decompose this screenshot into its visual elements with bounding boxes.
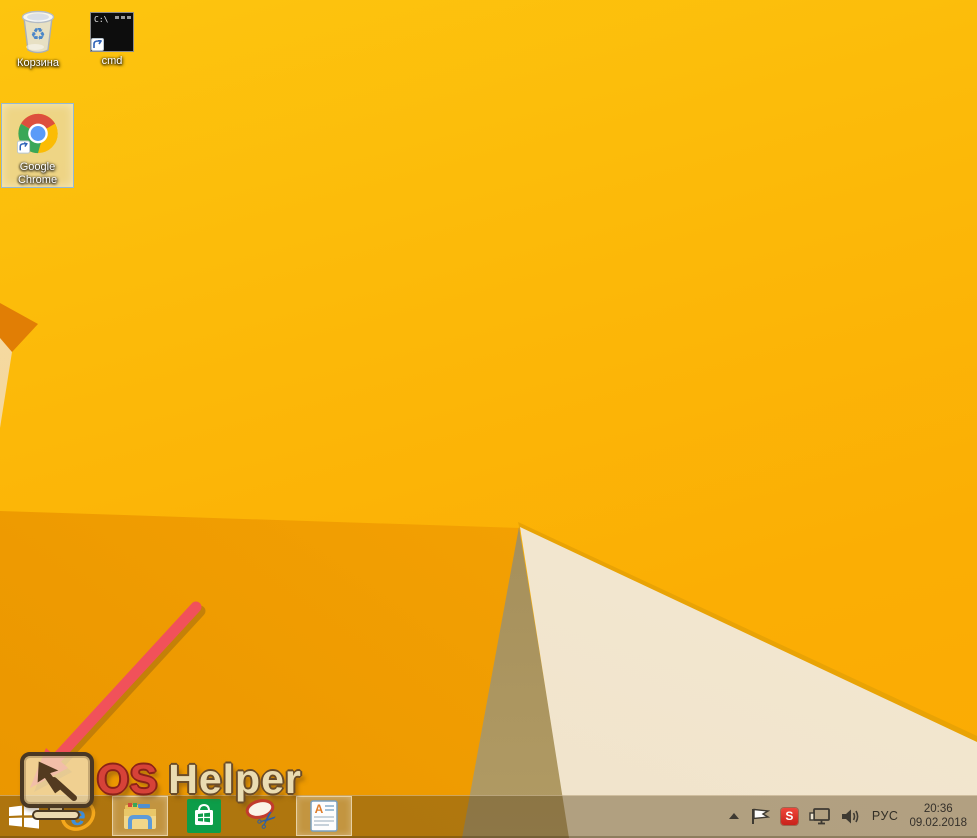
- speaker-icon: [841, 808, 861, 825]
- file-explorer-icon: [122, 801, 158, 831]
- desktop-icon-label-line1: Google: [20, 161, 55, 174]
- logo-monitor-stand-base: [32, 810, 80, 820]
- chevron-up-icon: [728, 812, 740, 820]
- logo-text-helper: Helper: [168, 756, 302, 802]
- taskbar-item-wordpad[interactable]: A: [296, 796, 352, 836]
- windows-desktop: { "colors": { "wallpaper_top": "#fdc50f"…: [0, 0, 977, 838]
- wordpad-icon: A: [310, 800, 338, 832]
- desktop-icon-label-line2: Chrome: [18, 174, 57, 187]
- desktop-icon-cmd[interactable]: C:\ cmd: [84, 12, 140, 68]
- show-hidden-icons-button[interactable]: [728, 812, 740, 820]
- action-center-button[interactable]: [751, 808, 770, 825]
- language-indicator[interactable]: РУС: [872, 809, 899, 823]
- network-icon: [809, 808, 830, 825]
- cmd-icon-window-controls: [115, 16, 131, 19]
- logo-text-os: OS: [97, 756, 158, 802]
- clock-time: 20:36: [909, 802, 967, 816]
- os-helper-logo-monitor-icon: [20, 752, 94, 808]
- flag-icon: [751, 808, 770, 825]
- os-helper-watermark: OSHelper: [97, 756, 302, 803]
- svg-text:A: A: [315, 802, 324, 816]
- network-status-button[interactable]: [809, 808, 830, 825]
- store-icon: [187, 799, 221, 833]
- system-tray: S РУС 20:36 09.02.2018: [728, 796, 977, 836]
- desktop-icon-label: cmd: [102, 55, 123, 68]
- cmd-icon: C:\: [90, 12, 134, 52]
- taskbar-clock[interactable]: 20:36 09.02.2018: [909, 802, 967, 830]
- svg-text:♻: ♻: [30, 25, 45, 44]
- tray-app-s-badge[interactable]: S: [781, 808, 798, 825]
- chrome-icon: [15, 112, 61, 155]
- snipping-tool-icon: ✂: [245, 799, 283, 833]
- cmd-icon-prompt-text: C:\: [94, 15, 108, 24]
- shortcut-arrow-icon: [91, 38, 104, 51]
- desktop-icon-label: Корзина: [17, 57, 59, 70]
- volume-button[interactable]: [841, 808, 861, 825]
- clock-date: 09.02.2018: [909, 816, 967, 830]
- desktop-icon-recycle-bin[interactable]: ♻ Корзина: [8, 6, 68, 70]
- recycle-bin-icon: ♻: [17, 6, 59, 54]
- desktop-icon-google-chrome[interactable]: Google Chrome: [1, 103, 74, 188]
